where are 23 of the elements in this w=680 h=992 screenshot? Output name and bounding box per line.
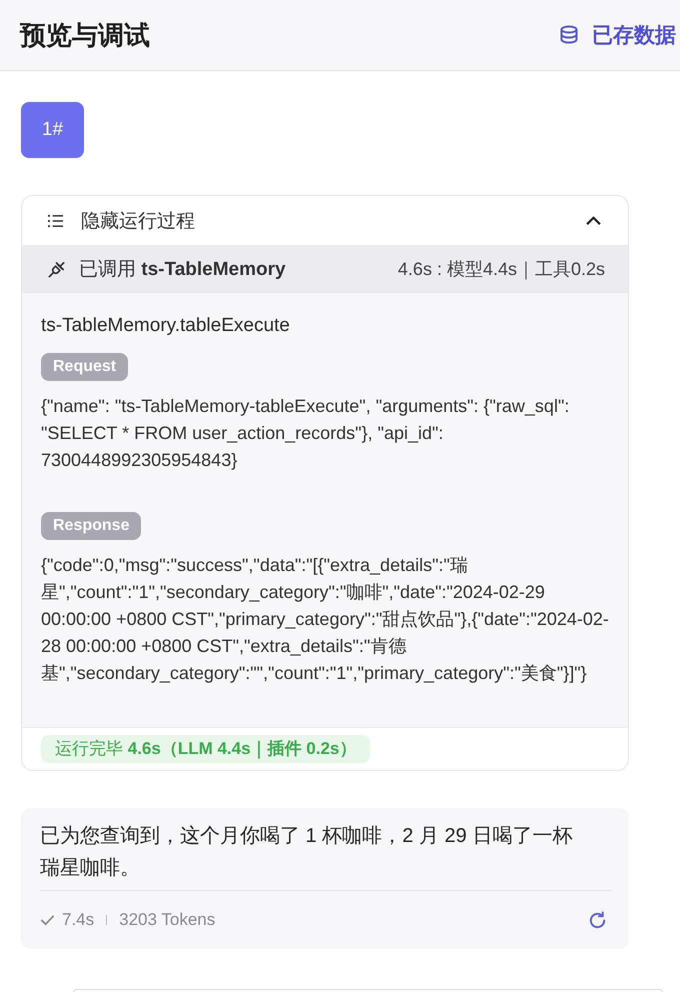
check-icon xyxy=(40,914,55,926)
page-title: 预览与调试 xyxy=(20,18,150,52)
input-field[interactable] xyxy=(73,989,663,992)
session-badge[interactable]: 1# xyxy=(21,102,84,158)
chevron-up-icon[interactable] xyxy=(585,215,602,226)
database-icon xyxy=(559,25,579,45)
request-tag: Request xyxy=(41,353,128,381)
tool-call-label: 已调用 ts-TableMemory xyxy=(79,258,286,282)
request-body: {"name": "ts-TableMemory-tableExecute", "arguments": {"raw_sql": "SELECT * FROM user_action_records"}, "api_id": 7300448992305954843} xyxy=(41,395,570,472)
token-count: 3203 Tokens xyxy=(119,910,216,930)
plug-icon xyxy=(47,260,66,278)
tool-timing: 4.6s : 模型4.4s｜工具0.2s xyxy=(398,258,605,281)
toggle-label: 隐藏运行过程 xyxy=(81,210,195,234)
function-name: ts-TableMemory.tableExecute xyxy=(41,314,290,338)
response-body: {"code":0,"msg":"success","data":"[{"extra_details":"瑞星","count":"1","secondary_category":"咖啡","date":"2024-02-29 00:00:00 +0800 CST","primary_category":"甜点饮品"},{"date":"2024-02-28 00:00:00 +0800 CST","extra_details":"肯德基","secondary_category":"","count":"1","primary_category":"美食"}]"} xyxy=(41,554,610,685)
saved-database-link[interactable]: 已存数据 xyxy=(559,21,676,49)
run-status: 运行完毕 4.6s（LLM 4.4s｜插件 0.2s） xyxy=(41,735,370,763)
response-tag: Response xyxy=(41,512,142,540)
list-icon xyxy=(48,214,63,228)
refresh-icon[interactable] xyxy=(588,910,607,930)
answer-text: 已为您查询到，这个月你喝了 1 杯咖啡，2 月 29 日喝了一杯瑞星咖啡。 xyxy=(40,820,612,891)
duration: 7.4s xyxy=(62,910,94,930)
toggle-process-row[interactable]: 隐藏运行过程 xyxy=(22,196,628,245)
